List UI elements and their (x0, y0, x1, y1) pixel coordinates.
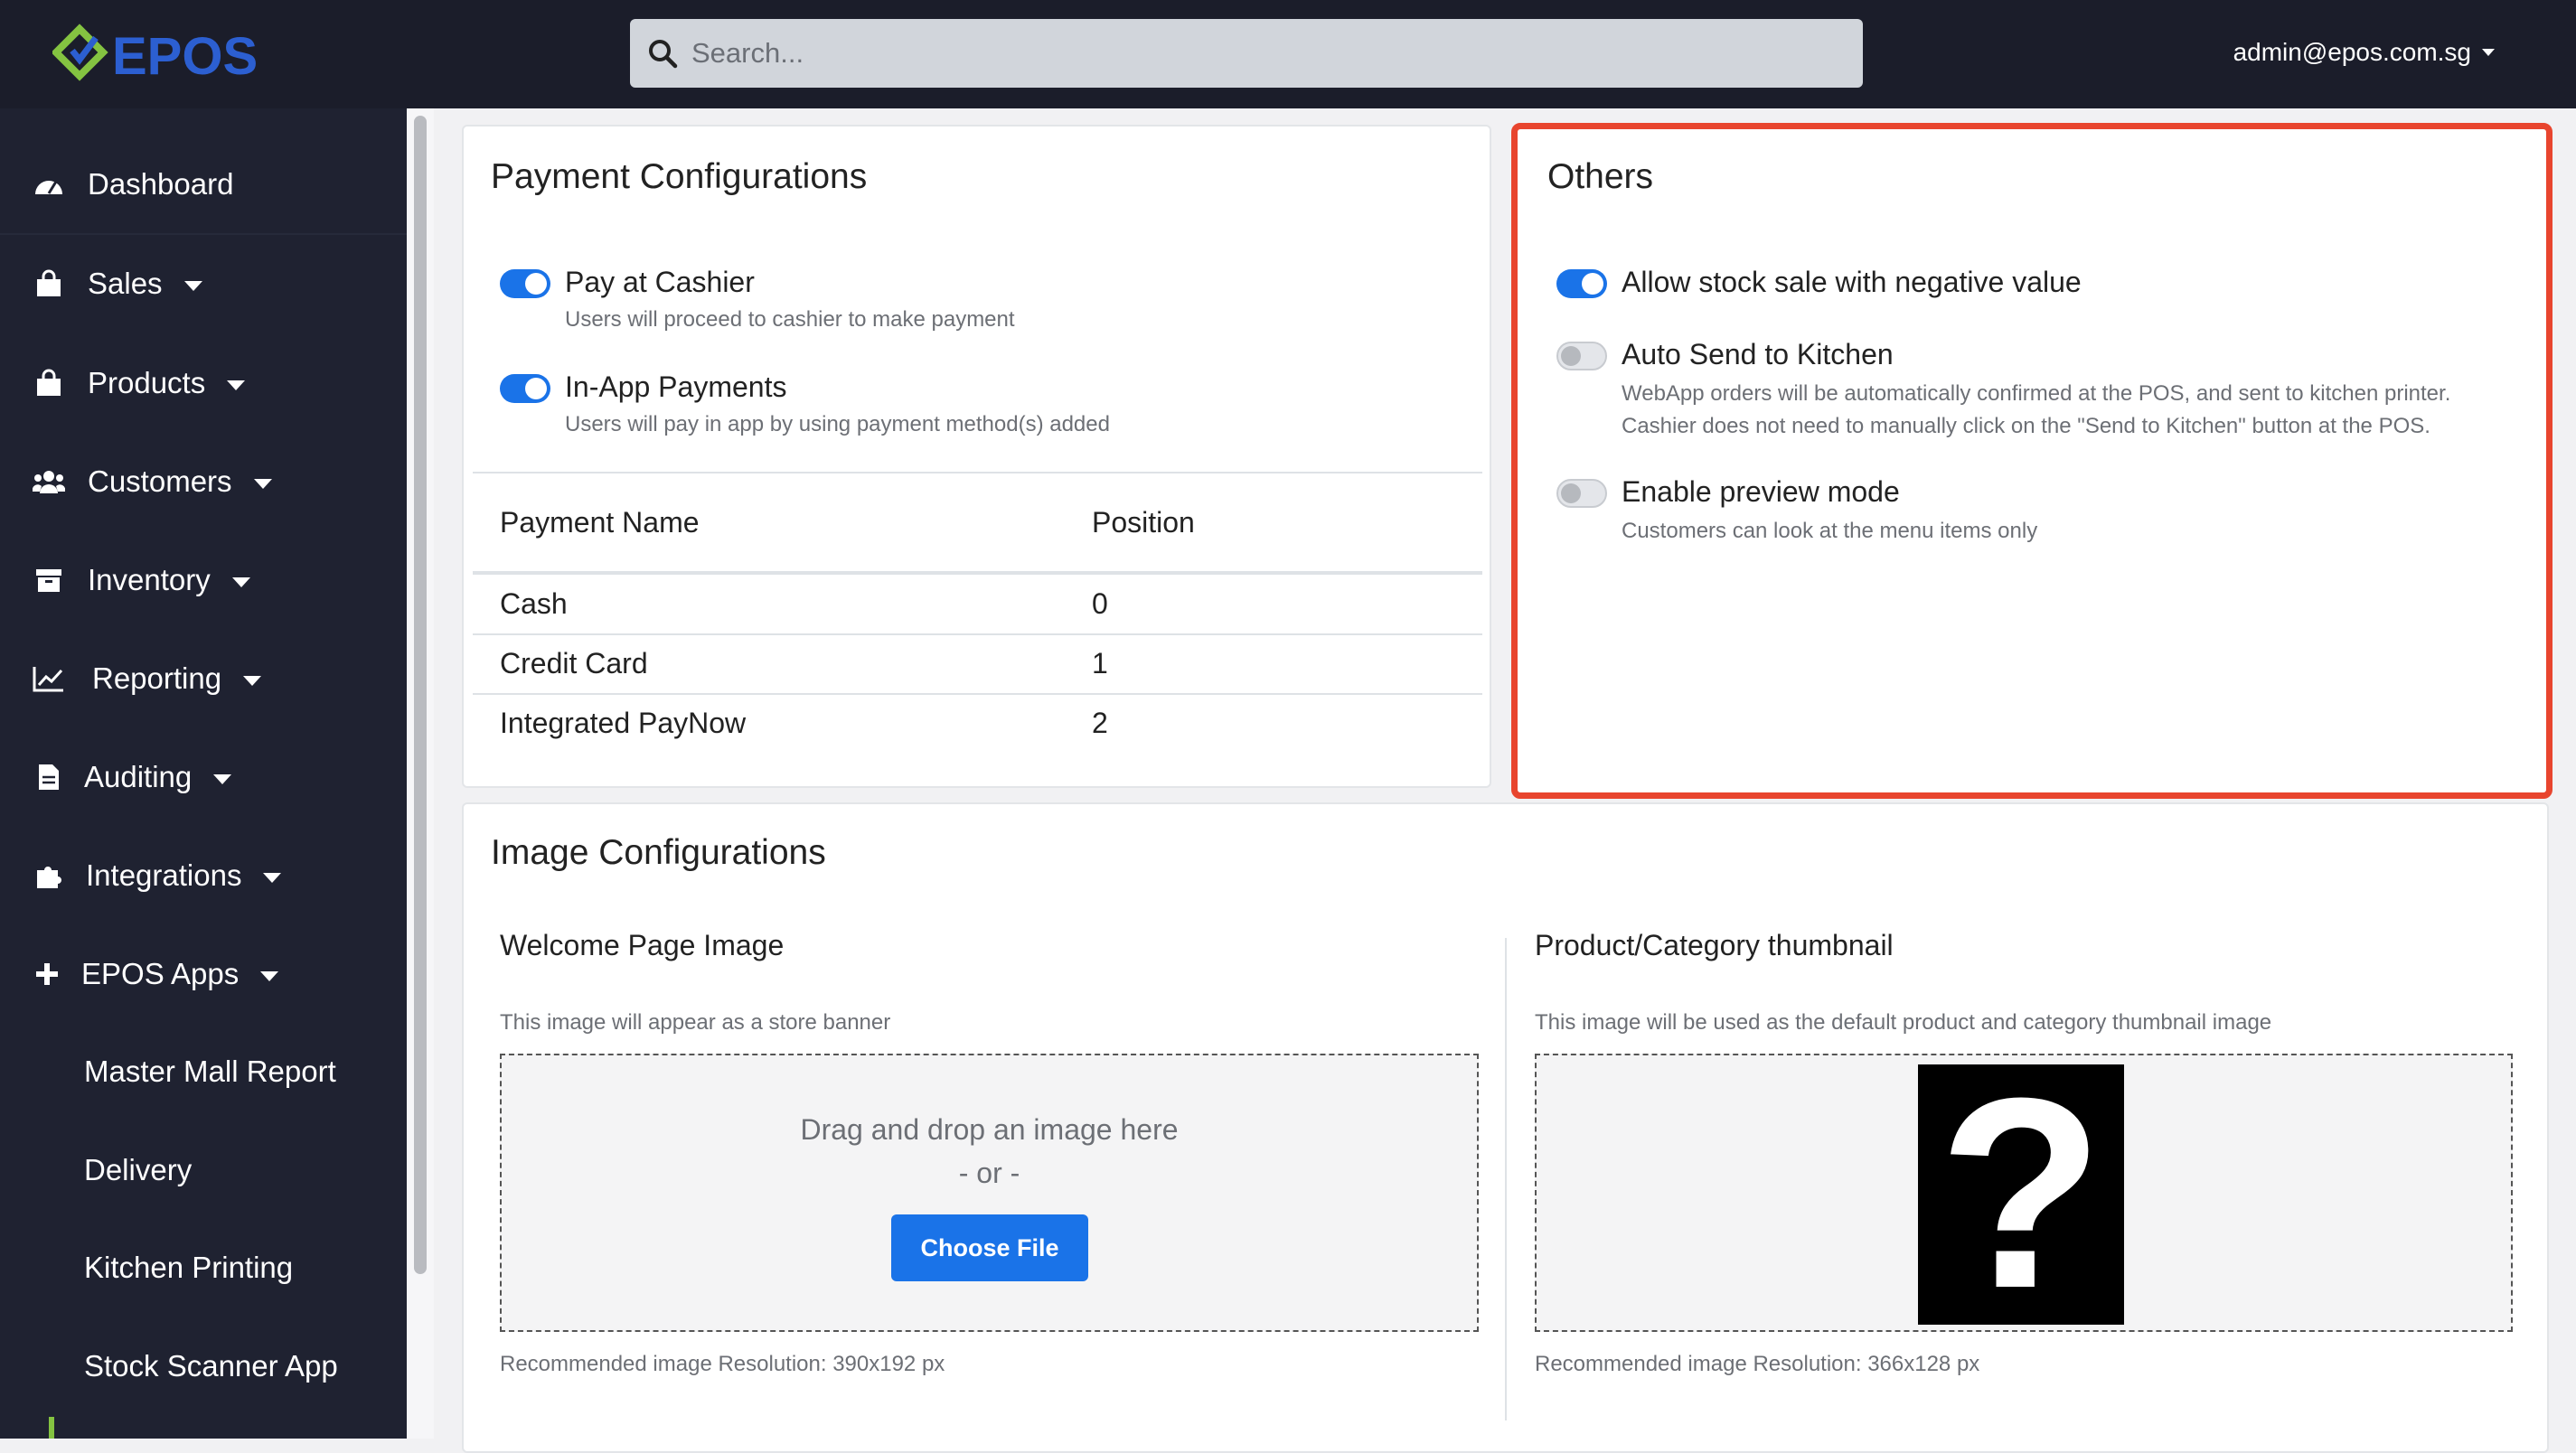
sidebar-subitem-stock-scanner-app[interactable]: Stock Scanner App (84, 1349, 338, 1383)
sidebar-subitem-kitchen-printing[interactable]: Kitchen Printing (84, 1251, 293, 1285)
epos-logo[interactable]: EPOS (52, 23, 269, 87)
table-top-border (473, 472, 1482, 473)
users-icon (33, 465, 65, 498)
table-cell-payment-name: Integrated PayNow (500, 707, 747, 739)
option-description: Users will pay in app by using payment m… (565, 412, 1110, 436)
svg-text:EPOS: EPOS (112, 27, 258, 86)
sidebar-item-sales[interactable]: Sales (0, 235, 407, 333)
sidebar-item-label: Auditing (84, 760, 232, 794)
welcome-image-hint: This image will appear as a store banner (500, 1010, 891, 1035)
file-icon (33, 761, 65, 793)
welcome-image-dropzone[interactable]: Drag and drop an image here - or - Choos… (500, 1054, 1479, 1332)
sidebar-item-label: Sales (88, 267, 202, 301)
option-label: In-App Payments (565, 370, 787, 403)
column-divider (1505, 938, 1507, 1420)
sidebar-item-inventory[interactable]: Inventory (0, 531, 407, 629)
user-email: admin@epos.com.sg (2233, 38, 2471, 66)
caret-down-icon (227, 380, 246, 390)
sidebar-item-reporting[interactable]: Reporting (0, 630, 407, 727)
choose-file-button[interactable]: Choose File (891, 1214, 1088, 1281)
sidebar-item-label: Dashboard (88, 167, 234, 201)
table-header-position: Position (1092, 506, 1195, 539)
or-text: - or - (958, 1157, 1020, 1189)
caret-down-icon (231, 577, 250, 587)
search-input[interactable] (690, 36, 1774, 70)
sidebar-item-label: Products (88, 366, 246, 400)
welcome-image-resolution: Recommended image Resolution: 390x192 px (500, 1352, 945, 1376)
sidebar-item-integrations[interactable]: Integrations (0, 827, 407, 924)
highlight-outline (1511, 123, 2552, 799)
thumbnail-dropzone[interactable]: ? (1535, 1054, 2513, 1332)
shopping-bag-icon (33, 267, 65, 300)
table-header-payment-name: Payment Name (500, 506, 700, 539)
table-cell-position: 0 (1092, 587, 1108, 620)
thumbnail-resolution: Recommended image Resolution: 366x128 px (1535, 1352, 1980, 1376)
thumbnail-title: Product/Category thumbnail (1535, 929, 1894, 961)
shopping-bag-icon (33, 367, 65, 399)
sidebar-item-label: Customers (88, 464, 272, 499)
search-icon (649, 40, 678, 69)
sidebar-subitem-delivery[interactable]: Delivery (84, 1153, 192, 1187)
table-cell-payment-name: Cash (500, 587, 568, 620)
drag-drop-text: Drag and drop an image here (800, 1113, 1179, 1146)
option-label: Pay at Cashier (565, 266, 755, 298)
sidebar-subitem-master-mall-report[interactable]: Master Mall Report (84, 1055, 336, 1089)
table-header-border (473, 571, 1482, 575)
chevron-down-icon (2482, 49, 2495, 56)
caret-down-icon (253, 478, 272, 489)
sidebar: Dashboard Sales Products Customers Inven… (0, 108, 407, 1439)
sidebar-item-label: Inventory (88, 563, 250, 597)
sidebar-item-dashboard[interactable]: Dashboard (0, 136, 407, 233)
svg-text:?: ? (1938, 1064, 2103, 1325)
caret-down-icon (213, 773, 232, 784)
sidebar-item-label: EPOS Apps (81, 957, 279, 991)
user-menu[interactable]: admin@epos.com.sg (2233, 38, 2495, 67)
welcome-image-title: Welcome Page Image (500, 929, 785, 961)
table-cell-payment-name: Credit Card (500, 647, 648, 680)
sidebar-item-auditing[interactable]: Auditing (0, 728, 407, 826)
caret-down-icon (243, 675, 262, 686)
pay-at-cashier-toggle[interactable] (500, 269, 550, 298)
sidebar-item-products[interactable]: Products (0, 334, 407, 432)
puzzle-icon (33, 859, 65, 892)
table-cell-position: 2 (1092, 707, 1108, 739)
question-mark-placeholder-image: ? (1918, 1064, 2124, 1325)
search-bar[interactable] (630, 19, 1863, 88)
thumbnail-hint: This image will be used as the default p… (1535, 1010, 2272, 1035)
top-navbar: EPOS admin@epos.com.sg (0, 0, 2576, 108)
caret-down-icon (260, 970, 279, 981)
card-title: Payment Configurations (491, 157, 868, 196)
chart-line-icon (33, 662, 65, 695)
table-cell-position: 1 (1092, 647, 1108, 680)
caret-down-icon (183, 280, 202, 291)
plus-icon (31, 958, 63, 990)
sidebar-item-label: Integrations (86, 858, 282, 893)
scrollbar-thumb[interactable] (414, 116, 427, 1274)
sidebar-item-label: Reporting (92, 661, 262, 696)
archive-icon (33, 564, 65, 596)
caret-down-icon (263, 872, 282, 883)
tachometer-icon (33, 168, 65, 201)
table-row-border (473, 633, 1482, 635)
card-title: Image Configurations (491, 833, 826, 872)
payment-configurations-card: Payment Configurations Pay at Cashier Us… (462, 125, 1491, 788)
sidebar-item-epos-apps[interactable]: EPOS Apps (0, 925, 407, 1023)
option-description: Users will proceed to cashier to make pa… (565, 307, 1015, 332)
question-mark-icon: ? (1938, 1064, 2103, 1325)
in-app-payments-toggle[interactable] (500, 374, 550, 403)
sidebar-item-customers[interactable]: Customers (0, 433, 407, 530)
table-row-border (473, 693, 1482, 695)
active-indicator (49, 1417, 54, 1439)
